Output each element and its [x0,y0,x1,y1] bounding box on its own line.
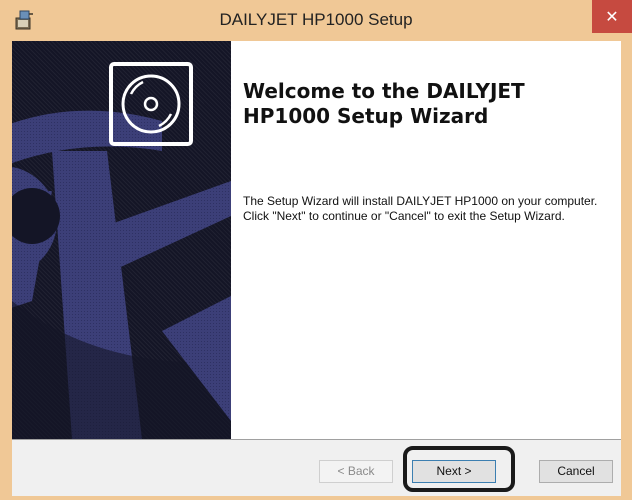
title-bar[interactable]: DAILYJET HP1000 Setup ✕ [0,0,632,41]
setup-window: DAILYJET HP1000 Setup ✕ Welcome to the D… [0,0,632,500]
next-button-highlight [403,446,515,492]
disc-icon [109,62,193,146]
window-title: DAILYJET HP1000 Setup [219,10,413,29]
button-bar: < Back Next > Cancel [12,440,621,496]
cancel-button[interactable]: Cancel [539,460,613,483]
wizard-banner [12,41,231,439]
close-icon: ✕ [605,7,619,26]
page-title: Welcome to the DAILYJET HP1000 Setup Wiz… [243,79,525,128]
close-button[interactable]: ✕ [592,0,632,33]
wizard-content: Welcome to the DAILYJET HP1000 Setup Wiz… [231,41,621,439]
back-button[interactable]: < Back [319,460,393,483]
wizard-body: Welcome to the DAILYJET HP1000 Setup Wiz… [12,41,621,496]
wizard-description: The Setup Wizard will install DAILYJET H… [243,194,598,223]
